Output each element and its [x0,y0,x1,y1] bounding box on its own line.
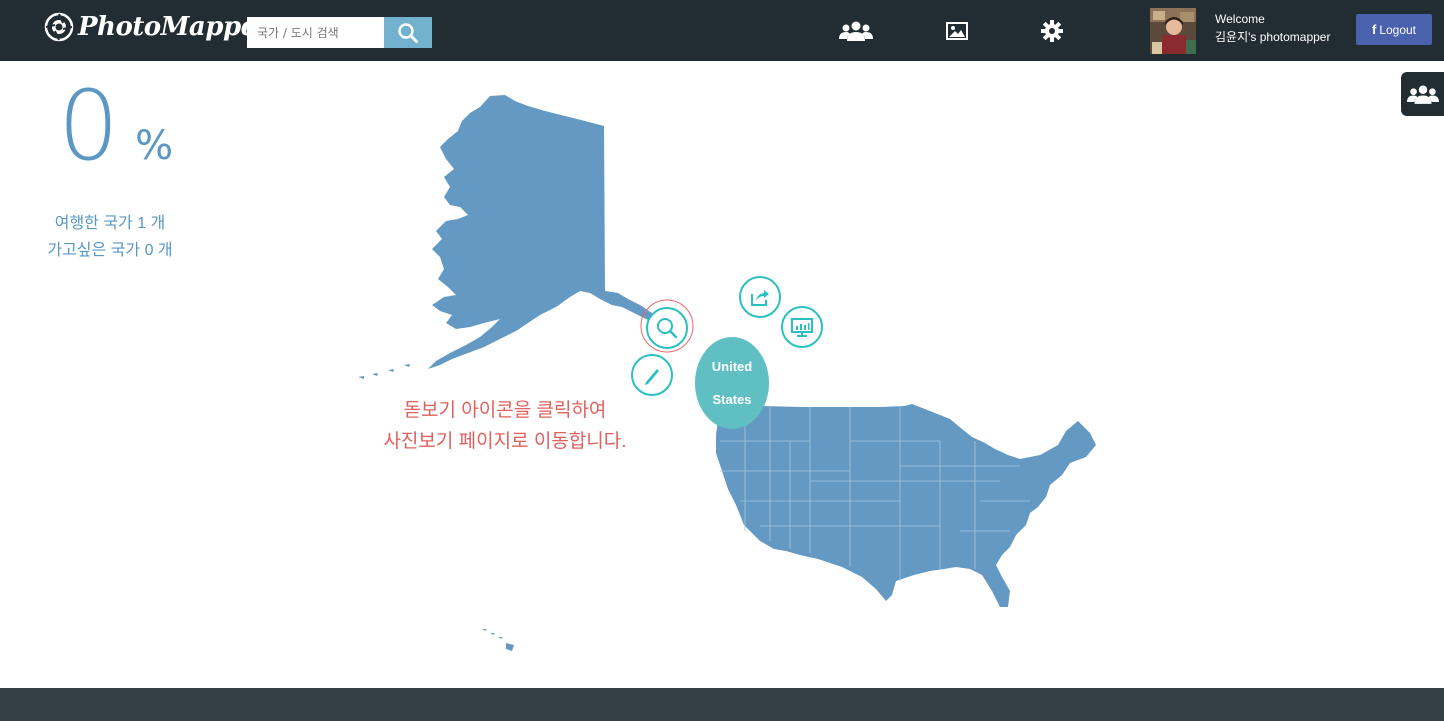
welcome-text: Welcome 김윤지's photomapper [1215,10,1330,46]
nav-friends-button[interactable] [839,19,873,43]
facebook-icon: f [1371,22,1377,37]
search-button[interactable] [384,17,432,48]
country-label-line-2: States [712,392,752,407]
share-icon [751,290,769,306]
search-input[interactable] [247,17,384,48]
photo-icon [946,22,968,40]
footer [0,688,1444,721]
alaska-region[interactable] [428,95,662,369]
logo[interactable]: PhotoMapper [44,12,270,42]
user-name: 김윤지's photomapper [1215,30,1331,44]
statistics-button[interactable] [781,306,823,348]
hawaii-region [482,629,514,651]
help-tooltip: 돋보기 아이콘을 클릭하여 사진보기 페이지로 이동합니다. [340,395,670,457]
share-button[interactable] [739,276,781,318]
magnifier-icon [657,318,678,339]
navbar: PhotoMapper 국가 / 도시 검색 Welcome 김윤지's pho… [0,0,1444,61]
friends-icon [839,21,873,41]
contiguous-us-region[interactable] [716,404,1096,607]
country-label-line-1: United [711,359,753,374]
search-bar [247,17,432,48]
tooltip-line-1: 돋보기 아이콘을 클릭하여 [403,400,607,421]
gear-icon [1041,20,1063,42]
search-icon [398,22,418,43]
avatar-photo [1150,8,1196,54]
logout-label: Logout [1379,22,1417,37]
welcome-label: Welcome [1215,12,1265,26]
view-photos-button[interactable] [646,307,688,349]
nav-photos-button[interactable] [940,19,974,43]
camera-aperture-icon [44,12,74,42]
edit-button[interactable] [631,354,673,396]
tooltip-line-2: 사진보기 페이지로 이동합니다. [383,431,627,452]
chart-board-icon [791,318,813,337]
nav-settings-button[interactable] [1035,19,1069,43]
pencil-icon [645,369,659,385]
avatar[interactable] [1150,8,1196,54]
logout-button[interactable]: f Logout [1356,14,1432,45]
aleutian-islands [358,364,410,379]
brand-name: PhotoMapper [78,12,270,42]
country-label-united-states[interactable]: United States [695,337,769,429]
